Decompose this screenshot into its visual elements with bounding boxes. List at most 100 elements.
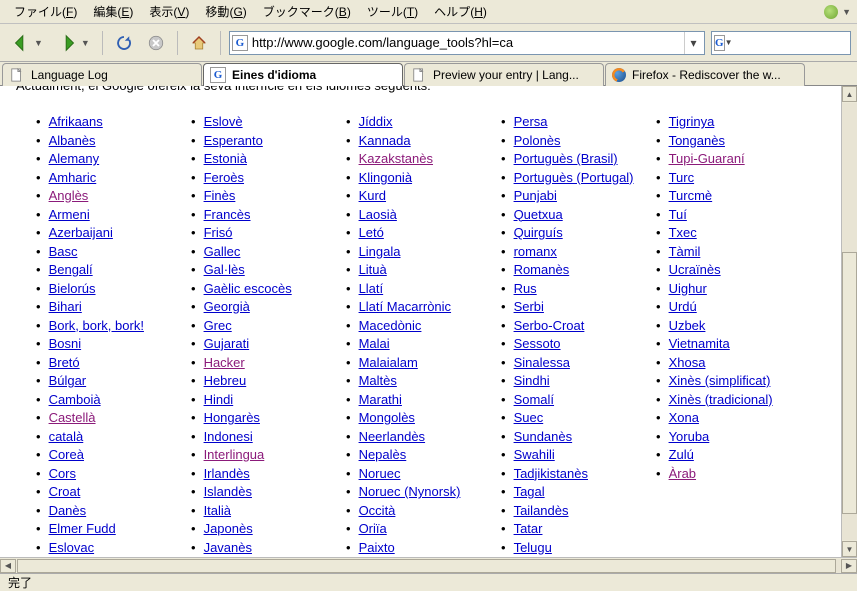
language-link[interactable]: Finès [204,187,236,206]
language-link[interactable]: Bretó [49,354,80,373]
language-link[interactable]: Tupi-Guaraní [669,150,745,169]
language-link[interactable]: Basc [49,243,78,262]
language-link[interactable]: Amharic [49,169,97,188]
search-input[interactable] [732,35,857,50]
back-history-dropdown[interactable]: ▼ [34,38,43,48]
language-link[interactable]: Xinès (tradicional) [669,391,773,410]
throbber-dropdown[interactable]: ▼ [842,7,851,17]
language-link[interactable]: Sinalessa [514,354,570,373]
language-link[interactable]: Maltès [359,372,397,391]
menu-help[interactable]: ヘルプ(H) [426,1,495,22]
language-link[interactable]: Kazakstanès [359,150,433,169]
language-link[interactable]: Bielorús [49,280,96,299]
language-link[interactable]: Georgià [204,298,250,317]
language-link[interactable]: Quetxua [514,206,563,225]
scroll-right-button[interactable]: ▶ [841,559,857,573]
language-link[interactable]: Vietnamita [669,335,730,354]
language-link[interactable]: Japonès [204,520,253,539]
language-link[interactable]: Rus [514,280,537,299]
language-link[interactable]: Armeni [49,206,90,225]
language-link[interactable]: Bihari [49,298,82,317]
language-link[interactable]: Quirguís [514,224,563,243]
language-link[interactable]: Hebreu [204,372,247,391]
language-link[interactable]: Gaèlic escocès [204,280,292,299]
language-link[interactable]: Telugu [514,539,552,558]
language-link[interactable]: Alemany [49,150,100,169]
language-link[interactable]: Serbo-Croat [514,317,585,336]
search-engine-dropdown[interactable]: ▼ [725,38,733,47]
language-link[interactable]: Tàmil [669,243,701,262]
reload-button[interactable] [111,30,137,56]
search-bar[interactable]: G ▼ [711,31,851,55]
language-link[interactable]: Hindi [204,391,234,410]
language-link[interactable]: Bork, bork, bork! [49,317,144,336]
scroll-left-button[interactable]: ◀ [0,559,16,573]
language-link[interactable]: Xinès (simplificat) [669,372,771,391]
language-link[interactable]: Gal·lès [204,261,245,280]
language-link[interactable]: Occità [359,502,396,521]
language-link[interactable]: Turcmè [669,187,713,206]
language-link[interactable]: Persa [514,113,548,132]
language-link[interactable]: Somalí [514,391,554,410]
language-link[interactable]: Tatar [514,520,543,539]
language-link[interactable]: Yoruba [669,428,710,447]
forward-history-dropdown[interactable]: ▼ [81,38,90,48]
language-link[interactable]: Sessoto [514,335,561,354]
language-link[interactable]: Suec [514,409,544,428]
language-link[interactable]: Grec [204,317,232,336]
menu-file[interactable]: ファイル(F) [6,1,85,22]
language-link[interactable]: Feroès [204,169,244,188]
language-link[interactable]: Portuguès (Brasil) [514,150,618,169]
menu-tools[interactable]: ツール(T) [359,1,426,22]
language-link[interactable]: Tadjikistanès [514,465,588,484]
home-button[interactable] [186,30,212,56]
language-link[interactable]: Danès [49,502,87,521]
tab-firefox[interactable]: Firefox - Rediscover the w... [605,63,805,86]
url-dropdown[interactable]: ▾ [684,32,702,54]
language-link[interactable]: Elmer Fudd [49,520,116,539]
language-link[interactable]: Tigrinya [669,113,715,132]
language-link[interactable]: Letó [359,224,384,243]
scroll-thumb[interactable] [17,559,836,573]
language-link[interactable]: Paixto [359,539,395,558]
language-link[interactable]: Gallec [204,243,241,262]
language-link[interactable]: Malai [359,335,390,354]
language-link[interactable]: Italià [204,502,231,521]
language-link[interactable]: Lingala [359,243,401,262]
language-link[interactable]: Bosni [49,335,82,354]
language-link[interactable]: Urdú [669,298,697,317]
language-link[interactable]: Punjabi [514,187,557,206]
language-link[interactable]: Coreà [49,446,84,465]
language-link[interactable]: Jíddix [359,113,393,132]
scroll-track[interactable] [17,559,840,573]
language-link[interactable]: Tailandès [514,502,569,521]
language-link[interactable]: Tuí [669,206,687,225]
language-link[interactable]: Javanès [204,539,252,558]
language-link[interactable]: Tagal [514,483,545,502]
language-link[interactable]: Turc [669,169,695,188]
language-link[interactable]: Romanès [514,261,570,280]
language-link[interactable]: Hacker [204,354,245,373]
back-button[interactable]: ▼ [6,28,47,58]
language-link[interactable]: Hongarès [204,409,260,428]
language-link[interactable]: Cors [49,465,76,484]
menu-go[interactable]: 移動(G) [197,1,254,22]
language-link[interactable]: Gujarati [204,335,250,354]
tab-preview-entry[interactable]: Preview your entry | Lang... [404,63,604,86]
language-link[interactable]: Bengalí [49,261,93,280]
language-link[interactable]: Marathi [359,391,402,410]
language-link[interactable]: Azerbaijani [49,224,113,243]
language-link[interactable]: Islandès [204,483,252,502]
language-link[interactable]: Macedònic [359,317,422,336]
scroll-thumb[interactable] [842,252,857,514]
language-link[interactable]: Txec [669,224,697,243]
language-link[interactable]: Laosià [359,206,397,225]
language-link[interactable]: Frisó [204,224,233,243]
language-link[interactable]: Ucraïnès [669,261,721,280]
forward-button[interactable]: ▼ [53,28,94,58]
language-link[interactable]: Neerlandès [359,428,426,447]
language-link[interactable]: català [49,428,84,447]
scroll-down-button[interactable]: ▼ [842,541,857,557]
language-link[interactable]: Malaialam [359,354,418,373]
language-link[interactable]: Castellà [49,409,96,428]
